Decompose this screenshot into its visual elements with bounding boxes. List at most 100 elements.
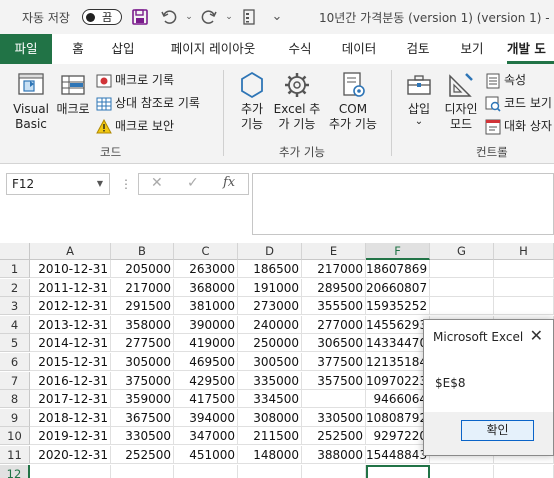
table-cell[interactable]: 330500 [302,408,366,427]
name-box[interactable]: F12 ▼ [6,173,110,195]
table-cell[interactable]: 306500 [302,334,366,353]
table-cell[interactable]: 419000 [174,334,238,353]
table-cell[interactable] [238,464,302,478]
customize-toolbar-icon[interactable]: ⌄ [268,8,286,26]
table-cell[interactable]: 2015-12-31 [30,353,111,371]
table-cell[interactable]: 148000 [238,446,302,464]
table-cell[interactable]: 2017-12-31 [30,390,111,409]
table-cell[interactable]: 469500 [174,353,238,371]
visual-basic-button[interactable]: Visual Basic [12,70,50,132]
table-cell[interactable]: 417500 [174,390,238,409]
table-cell[interactable] [494,297,554,316]
column-header-b[interactable]: B [111,243,174,260]
enter-icon[interactable]: ✓ [187,175,199,191]
table-cell[interactable]: 308000 [238,408,302,427]
table-cell[interactable]: 300500 [238,353,302,371]
table-cell[interactable]: 18607869 [366,260,430,278]
table-cell[interactable]: 14556293 [366,315,430,334]
column-header-g[interactable]: G [430,243,494,260]
table-cell[interactable]: 381000 [174,297,238,316]
undo-icon[interactable] [160,8,178,26]
tab-developer[interactable]: 개발 도 [507,34,554,64]
table-cell[interactable]: 2016-12-31 [30,371,111,390]
table-cell[interactable]: 273000 [238,297,302,316]
table-cell[interactable]: 375000 [111,371,174,390]
table-cell[interactable]: 15935252 [366,297,430,316]
table-cell[interactable]: 358000 [111,315,174,334]
table-cell[interactable]: 277500 [111,334,174,353]
macro-security-button[interactable]: 매크로 보안 [96,116,174,136]
table-cell[interactable]: 2014-12-31 [30,334,111,353]
autosave-toggle[interactable]: 끔 [82,9,122,25]
column-header-h[interactable]: H [494,243,554,260]
table-cell[interactable]: 250000 [238,334,302,353]
table-cell[interactable]: 263000 [174,260,238,278]
column-header-d[interactable]: D [238,243,302,260]
table-cell[interactable]: 2013-12-31 [30,315,111,334]
addins-button[interactable]: 추가 기능 [232,70,272,132]
table-cell[interactable]: 368000 [174,278,238,297]
table-cell[interactable]: 377500 [302,353,366,371]
table-cell[interactable] [430,297,494,316]
table-cell[interactable]: 15448843 [366,446,430,464]
tab-formulas[interactable]: 수식 [282,34,318,64]
table-cell[interactable] [302,464,366,478]
table-cell[interactable] [30,464,111,478]
table-cell[interactable] [494,464,554,478]
table-cell[interactable]: 305000 [111,353,174,371]
table-cell[interactable]: 211500 [238,427,302,446]
table-cell[interactable]: 9466064 [366,390,430,409]
table-cell[interactable]: 394000 [174,408,238,427]
view-code-button[interactable]: 코드 보기 [485,93,552,113]
excel-addins-button[interactable]: Excel 추 가 기능 [273,70,321,132]
design-mode-button[interactable]: 디자인 모드 [441,70,481,132]
tab-data[interactable]: 데이터 [336,34,382,64]
row-header[interactable]: 2 [0,278,30,297]
tab-view[interactable]: 보기 [454,34,490,64]
table-cell[interactable]: 2012-12-31 [30,297,111,316]
column-header-f[interactable]: F [366,243,430,260]
table-cell[interactable]: 429500 [174,371,238,390]
table-cell[interactable]: 289500 [302,278,366,297]
insert-function-icon[interactable]: fx [223,175,235,190]
table-cell[interactable]: 217000 [111,278,174,297]
tab-insert[interactable]: 삽입 [105,34,141,64]
relative-reference-button[interactable]: 상대 참조로 기록 [96,93,200,113]
formula-input[interactable] [252,173,554,235]
table-cell[interactable] [430,278,494,297]
table-cell[interactable]: 240000 [238,315,302,334]
table-cell[interactable]: 359000 [111,390,174,409]
name-box-dropdown-icon[interactable]: ▼ [97,174,103,194]
table-cell[interactable]: 2020-12-31 [30,446,111,464]
form-icon[interactable] [240,8,258,26]
table-cell[interactable]: 191000 [238,278,302,297]
table-cell[interactable]: 12135184 [366,353,430,371]
close-icon[interactable]: ✕ [530,326,543,345]
row-header[interactable]: 10 [0,427,30,446]
tab-page-layout[interactable]: 페이지 레이아웃 [160,34,266,64]
table-cell[interactable]: 451000 [174,446,238,464]
row-header[interactable]: 4 [0,315,30,334]
select-all-corner[interactable] [0,243,30,260]
table-cell[interactable]: 2018-12-31 [30,408,111,427]
tab-home[interactable]: 홈 [66,34,90,64]
tab-review[interactable]: 검토 [400,34,436,64]
table-cell[interactable]: 277000 [302,315,366,334]
ok-button[interactable]: 확인 [461,420,534,441]
table-cell[interactable]: 2010-12-31 [30,260,111,278]
table-cell[interactable] [494,260,554,278]
table-cell[interactable]: 252500 [302,427,366,446]
table-cell[interactable]: 14334470 [366,334,430,353]
macros-button[interactable]: 매크로 [54,70,92,117]
table-cell[interactable]: 2019-12-31 [30,427,111,446]
table-cell[interactable] [302,390,366,409]
table-cell[interactable]: 217000 [302,260,366,278]
table-cell[interactable]: 9297220 [366,427,430,446]
undo-dropdown-icon[interactable]: ⌄ [180,8,198,26]
table-cell[interactable]: 205000 [111,260,174,278]
cancel-icon[interactable]: ✕ [151,175,163,191]
table-cell[interactable]: 347000 [174,427,238,446]
table-cell[interactable]: 334500 [238,390,302,409]
table-cell[interactable] [430,260,494,278]
properties-button[interactable]: 속성 [485,70,526,90]
